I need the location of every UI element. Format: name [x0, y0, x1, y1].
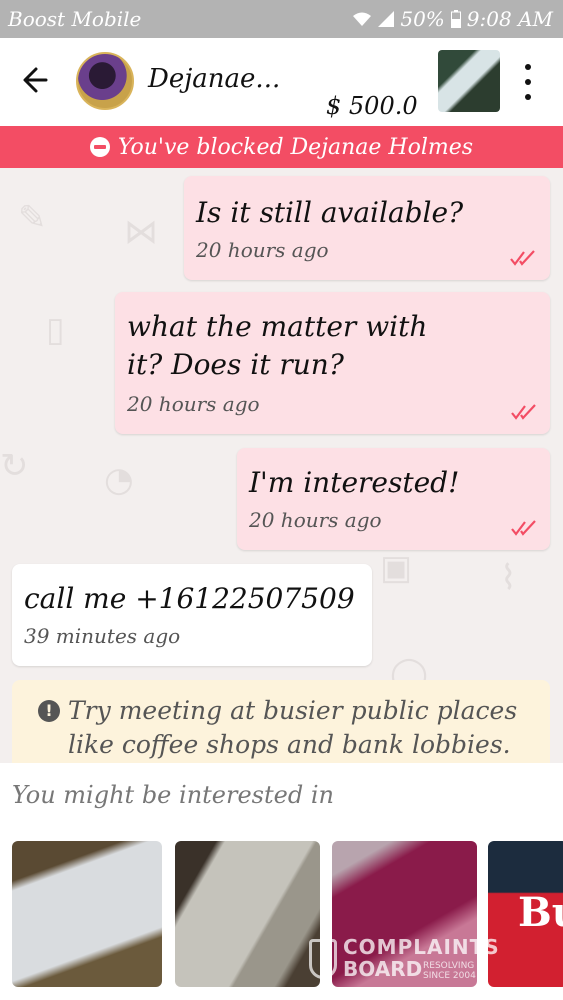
battery-icon: [450, 10, 461, 28]
watermark-small-line: SINCE 2004: [423, 971, 476, 981]
message-time: 20 hours ago: [127, 392, 260, 416]
signal-icon: [378, 11, 395, 27]
watermark-text: COMPLAINTS: [343, 935, 500, 959]
suggestions-panel: You might be interested in Bu COMPLAINTS…: [0, 763, 563, 1000]
background-doodle-icon: ⌇: [500, 558, 517, 598]
message-bubble[interactable]: Is it still available? 20 hours ago: [184, 176, 550, 280]
message-text: it? Does it run?: [127, 348, 344, 381]
carrier-label: Boost Mobile: [8, 7, 142, 31]
blocked-banner: You've blocked Dejanae Holmes: [0, 126, 563, 168]
watermark-logo: COMPLAINTS BOARD RESOLVING SINCE 2004: [305, 935, 525, 987]
tip-text: Try meeting at busier public places like…: [68, 694, 517, 762]
chat-area[interactable]: ✎ ⋈ ▯ ↻ ◔ ▣ ⌇ ◯ Is it still available? 2…: [0, 168, 563, 763]
message-text: call me +16122507509: [24, 582, 355, 615]
background-doodle-icon: ↻: [0, 446, 29, 486]
read-check-icon: [511, 520, 537, 536]
back-arrow-icon[interactable]: [20, 62, 52, 98]
contact-name[interactable]: Dejanae...: [148, 64, 280, 94]
background-doodle-icon: ⋈: [124, 212, 158, 252]
more-options-icon[interactable]: [518, 64, 538, 100]
suggestion-card[interactable]: [12, 841, 162, 987]
blocked-text: You've blocked Dejanae Holmes: [117, 134, 474, 160]
background-doodle-icon: ✎: [18, 198, 47, 238]
battery-level: 50%: [400, 7, 445, 31]
message-time: 39 minutes ago: [24, 624, 181, 648]
status-icons: 50% 9:08 AM: [352, 7, 553, 31]
item-price: $ 500.0: [326, 92, 418, 120]
message-bubble[interactable]: I'm interested! 20 hours ago: [237, 448, 550, 550]
message-time: 20 hours ago: [249, 508, 382, 532]
chat-header: Dejanae... $ 500.0: [0, 38, 563, 126]
info-icon: !: [38, 700, 60, 722]
background-doodle-icon: ▣: [380, 548, 413, 588]
tip-line: like coffee shops and bank lobbies.: [68, 730, 511, 759]
message-text: Is it still available?: [196, 196, 464, 229]
background-doodle-icon: ▯: [46, 310, 65, 350]
read-check-icon: [511, 404, 537, 420]
wifi-icon: [352, 11, 372, 27]
message-time: 20 hours ago: [196, 238, 329, 262]
block-icon: [89, 137, 110, 157]
message-text: I'm interested!: [249, 466, 460, 499]
safety-tip: ! Try meeting at busier public places li…: [12, 680, 550, 763]
message-bubble[interactable]: what the matter with it? Does it run? 20…: [115, 292, 550, 434]
background-doodle-icon: ◔: [104, 460, 134, 500]
watermark-text: BOARD: [343, 957, 423, 981]
read-check-icon: [510, 250, 536, 266]
card-logo-text: Bu: [518, 889, 563, 936]
item-thumbnail[interactable]: [438, 50, 500, 112]
shield-icon: [309, 939, 337, 979]
watermark-small-text: RESOLVING SINCE 2004: [423, 961, 476, 981]
clock: 9:08 AM: [466, 7, 553, 31]
message-text: what the matter with: [127, 310, 428, 343]
suggestions-title: You might be interested in: [12, 781, 334, 809]
status-bar: Boost Mobile 50% 9:08 AM: [0, 0, 563, 38]
tip-line: Try meeting at busier public places: [68, 696, 518, 725]
suggestion-card[interactable]: [175, 841, 320, 987]
watermark-small-line: RESOLVING: [423, 961, 475, 971]
message-bubble[interactable]: call me +16122507509 39 minutes ago: [12, 564, 372, 666]
avatar[interactable]: [76, 52, 134, 110]
